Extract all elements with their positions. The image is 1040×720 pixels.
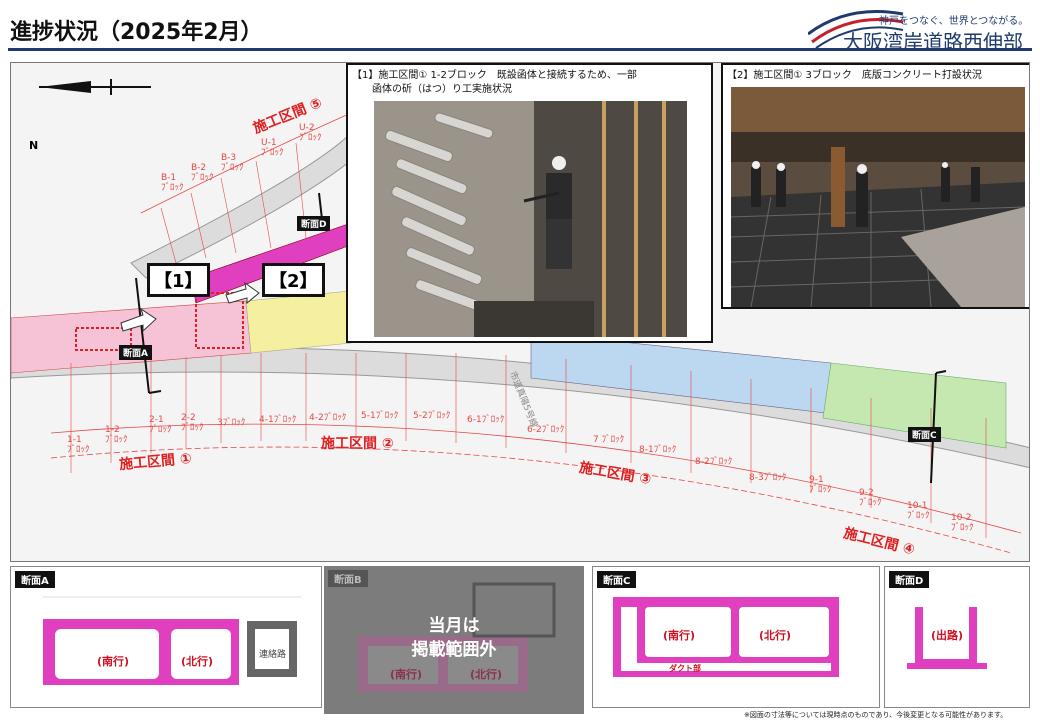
photo-panel-1: 【1】施工区間① 1-2ブロック 既設函体と接続するため、一部 函体の斫（はつ）… [346,63,713,343]
photo-concrete-placement [731,87,1025,307]
block-label: 2-1 ﾌﾞﾛｯｸ [149,415,172,435]
section-panel-c: 断面C (南行) (北行) ダクト部 [592,566,880,708]
section-d-exit: (出路) [931,629,964,642]
block-label: 9-2 ﾌﾞﾛｯｸ [859,488,882,508]
block-label: 8-3ﾌﾞﾛｯｸ [749,473,787,483]
block-label: 10-2 ﾌﾞﾛｯｸ [951,513,974,533]
photo-chipping-work [374,101,687,337]
block-label: 1-2 ﾌﾞﾛｯｸ [105,425,128,445]
block-label: 1-1 ﾌﾞﾛｯｸ [67,435,90,455]
section-c-north: (北行) [759,629,792,642]
marker-1: 【1】 [147,263,210,297]
section-a-drawing [43,596,301,685]
out-of-range-line1: 当月は [428,616,480,636]
photo-panel-2: 【2】施工区間① 3ブロック 底版コンクリート打設状況 [721,63,1029,309]
block-label: B-1 ﾌﾞﾛｯｸ [161,173,184,193]
out-of-range-line2: 掲載範囲外 [411,640,497,660]
photo2-caption: 【2】施工区間① 3ブロック 底版コンクリート打設状況 [727,70,982,81]
section-panel-a: 断面A (南行) (北行) 連絡路 [10,566,322,708]
block-label: U-1 ﾌﾞﾛｯｸ [261,138,284,158]
section-panel-d: 断面D (出路) [884,566,1030,708]
out-of-range-notice: 当月は 掲載範囲外 [324,614,584,662]
cut-label-c: 断面C [908,427,941,442]
block-label: 8-1ﾌﾞﾛｯｸ [639,445,677,455]
tagline: 神戸をつなぐ、世界とつながる。 [879,16,1029,27]
block-label: B-2 ﾌﾞﾛｯｸ [191,163,214,183]
photo1-caption-line1: 【1】施工区間① 1-2ブロック 既設函体と接続するため、一部 [352,70,637,81]
block-label: 7 ﾌﾞﾛｯｸ [593,435,625,445]
site-map: N 施工区間 ① 施工区間 ② 施工区間 ③ 施工区間 ④ 施工区間 ⑤ 市道真… [10,62,1030,562]
block-label: 5-2ﾌﾞﾛｯｸ [413,411,451,421]
cut-label-a: 断面A [119,345,152,360]
block-label: 3ﾌﾞﾛｯｸ [217,418,246,428]
footnote: ※図面の寸法等については現時点のものであり、今後変更となる可能性があります。 [744,711,1008,719]
section-c-drawing [613,597,839,677]
section-a-connector: 連絡路 [259,650,287,660]
header-rule [8,48,1032,51]
block-label: 6-2ﾌﾞﾛｯｸ [527,425,565,435]
section-b-south: (南行) [390,668,423,681]
block-label: U-2 ﾌﾞﾛｯｸ [299,123,322,143]
block-label: 5-1ﾌﾞﾛｯｸ [361,411,399,421]
block-label: 10-1 ﾌﾞﾛｯｸ [907,501,930,521]
section-a-north: (北行) [181,655,214,668]
block-label: 8-2ﾌﾞﾛｯｸ [695,457,733,467]
section-label-2: 施工区間 ② [321,436,394,452]
photo1-caption-line2: 函体の斫（はつ）り工実施状況 [372,84,512,95]
block-label: 9-1 ﾌﾞﾛｯｸ [809,475,832,495]
section-c-duct: ダクト部 [669,664,701,673]
page-title: 進捗状況（2025年2月） [10,20,263,45]
block-label: 2-2 ﾌﾞﾛｯｸ [181,413,204,433]
marker-2: 【2】 [262,263,325,297]
cut-label-d: 断面D [297,216,331,231]
section-panel-b: 断面B (南行) (北行) 当月は 掲載範囲外 [324,566,584,714]
section-a-south: (南行) [97,655,130,668]
section-b-north: (北行) [470,668,503,681]
north-label: N [29,139,39,152]
section-c-south: (南行) [663,629,696,642]
block-label: B-3 ﾌﾞﾛｯｸ [221,153,244,173]
block-label: 6-1ﾌﾞﾛｯｸ [467,415,505,425]
block-label: 4-1ﾌﾞﾛｯｸ [259,415,297,425]
block-label: 4-2ﾌﾞﾛｯｸ [309,413,347,423]
